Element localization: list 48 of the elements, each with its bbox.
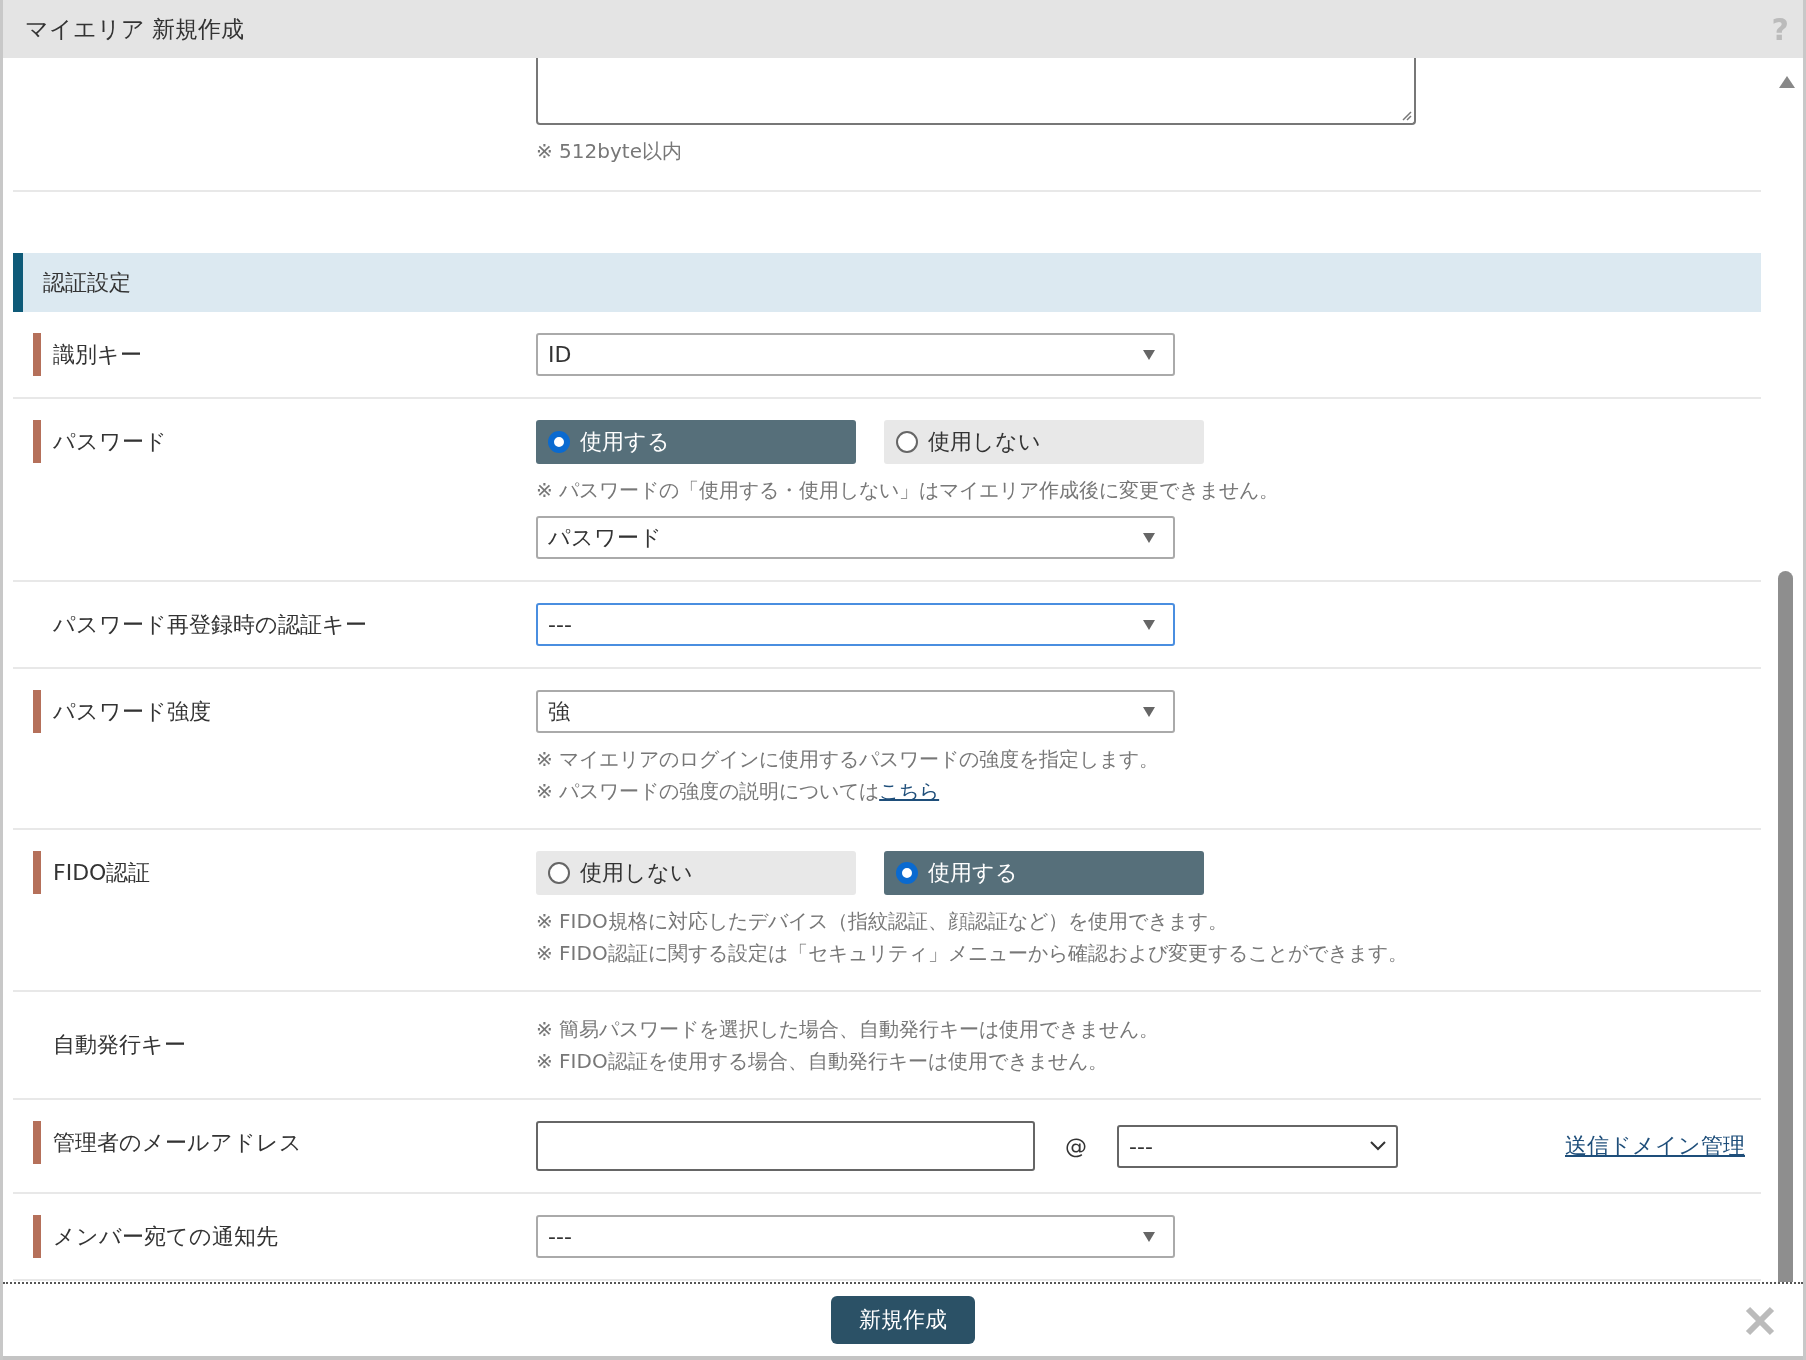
domain-link[interactable]: 送信ドメイン管理	[1565, 1131, 1745, 1161]
radio-option[interactable]: 使用する	[884, 851, 1204, 895]
dropdown-arrow-icon	[1143, 349, 1155, 360]
field-label: 自動発行キー	[53, 1031, 186, 1059]
radio-icon	[896, 431, 918, 453]
dropdown-arrow-icon	[1143, 619, 1155, 630]
note-text: ※ FIDO規格に対応したデバイス（指紋認証、顔認証など）を使用できます。	[536, 908, 1229, 935]
dropdown-select[interactable]: 強	[536, 690, 1175, 733]
note-text: ※ パスワードの「使用する・使用しない」はマイエリア作成後に変更できません。	[536, 477, 1280, 504]
dropdown-select[interactable]: パスワード	[536, 516, 1175, 559]
dropdown-arrow-icon	[1143, 532, 1155, 543]
scroll-up-icon[interactable]	[1779, 76, 1795, 88]
dropdown-arrow-icon	[1143, 1231, 1155, 1242]
field-label: 識別キー	[53, 340, 142, 369]
field-label: パスワード再登録時の認証キー	[53, 610, 367, 639]
chevron-down-icon	[1370, 1141, 1386, 1151]
note-text: ※ 512byte以内	[536, 138, 683, 165]
dropdown-arrow-icon	[1143, 706, 1155, 717]
radio-option[interactable]: 使用しない	[884, 420, 1204, 464]
dropdown-select[interactable]: ---	[536, 1215, 1175, 1258]
radio-option[interactable]: 使用しない	[536, 851, 856, 895]
radio-icon	[548, 862, 570, 884]
note-text: ※ マイエリアのログインに使用するパスワードの強度を指定します。	[536, 746, 1161, 773]
scroll-thumb[interactable]	[1778, 571, 1793, 1282]
textarea-field[interactable]	[536, 58, 1416, 125]
field-label: メンバー宛ての通知先	[53, 1222, 278, 1251]
field-label: 管理者のメールアドレス	[53, 1128, 302, 1157]
radio-icon	[548, 431, 570, 453]
radio-icon	[896, 862, 918, 884]
section-title: 認証設定	[43, 268, 131, 297]
at-sign: @	[1065, 1133, 1087, 1159]
create-button[interactable]: 新規作成	[831, 1296, 975, 1344]
domain-select[interactable]: ---	[1117, 1124, 1398, 1168]
radio-option[interactable]: 使用する	[536, 420, 856, 464]
dialog-title: マイエリア 新規作成	[25, 14, 245, 44]
field-label: FIDO認証	[53, 858, 151, 887]
email-input-field[interactable]	[536, 1121, 1035, 1171]
field-label: パスワード	[53, 427, 167, 456]
close-icon[interactable]	[1745, 1306, 1775, 1336]
note-text: ※ FIDO認証に関する設定は「セキュリティ」メニューから確認および変更することができます。	[536, 940, 1408, 967]
dropdown-select[interactable]: ---	[536, 603, 1175, 646]
dropdown-select[interactable]: ID	[536, 333, 1175, 376]
note-text: ※ FIDO認証を使用する場合、自動発行キーは使用できません。	[536, 1048, 1109, 1075]
resize-grip-icon	[1400, 109, 1412, 121]
note-text: ※ 簡易パスワードを選択した場合、自動発行キーは使用できません。	[536, 1016, 1160, 1043]
help-link[interactable]: こちら	[879, 779, 940, 803]
field-label: パスワード強度	[53, 697, 211, 726]
note-text: ※ パスワードの強度の説明についてはこちら	[536, 778, 941, 805]
